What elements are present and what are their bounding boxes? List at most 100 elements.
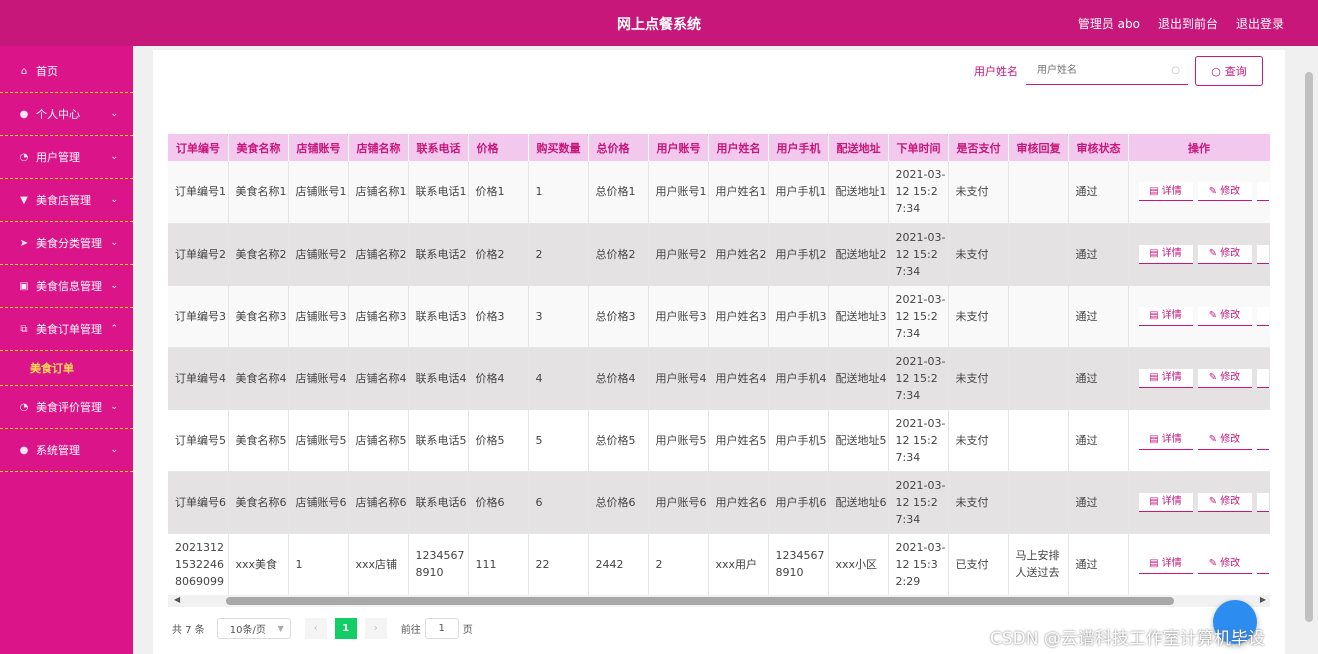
table-cell: 用户账号1 <box>648 161 709 224</box>
delete-button[interactable] <box>1256 430 1269 450</box>
delete-button[interactable] <box>1256 244 1269 264</box>
table-cell: 店铺名称3 <box>348 285 409 348</box>
document-icon: ▤ <box>1149 372 1159 383</box>
column-header: 审核状态 <box>1068 134 1129 161</box>
chevron-down-icon: ⌄ <box>110 281 118 291</box>
edit-button[interactable]: ✎ 修改 <box>1197 492 1252 512</box>
table-row: 订单编号2 美食名称2 店铺账号2 店铺名称2 联系电话2 价格2 2 总价格2 用户账号2 用户… <box>168 223 1270 286</box>
delete-button[interactable] <box>1256 554 1269 574</box>
table-cell: 配送地址3 <box>828 285 889 348</box>
table-cell: 2442 <box>588 533 649 595</box>
pagination: 共 7 条 10条/页 ▼ ‹ 1 › 前往 1 页 <box>172 618 473 639</box>
sidebar-item-0[interactable]: ⌂ 首页 <box>0 50 133 93</box>
detail-button-label: 详情 <box>1161 496 1182 507</box>
detail-button[interactable]: ▤ 详情 <box>1138 182 1193 202</box>
table-cell: 总价格5 <box>588 409 649 472</box>
document-icon: ▤ <box>1149 185 1159 197</box>
detail-button[interactable]: ▤ 详情 <box>1138 306 1193 326</box>
table-cell: 5 <box>528 409 589 472</box>
edit-button[interactable]: ✎ 修改 <box>1197 182 1252 202</box>
compass-icon: ◔ <box>19 151 29 163</box>
sidebar-subitem-orders[interactable]: 美食订单 <box>0 351 133 386</box>
page-size-select[interactable]: 10条/页 ▼ <box>216 618 291 639</box>
table-cell <box>1008 409 1069 472</box>
column-header: 总价格 <box>588 134 649 161</box>
sidebar-item-9[interactable]: ● 系统管理 ⌄ <box>0 429 133 472</box>
prev-page-button[interactable]: ‹ <box>304 618 327 639</box>
goto-page-input[interactable]: 1 <box>424 618 459 639</box>
edit-button[interactable]: ✎ 修改 <box>1197 368 1252 388</box>
delete-button[interactable] <box>1256 492 1269 512</box>
query-button[interactable]: ○ 查询 <box>1195 56 1263 86</box>
delete-button[interactable] <box>1256 368 1269 388</box>
table-cell: 用户手机4 <box>768 347 829 410</box>
column-header: 用户姓名 <box>708 134 769 161</box>
vertical-scrollbar[interactable] <box>1305 72 1313 622</box>
actions-cell: ▤ 详情 ✎ 修改 <box>1128 161 1270 224</box>
table-cell: 联系电话6 <box>408 471 469 534</box>
edit-button[interactable]: ✎ 修改 <box>1197 554 1252 574</box>
next-page-button[interactable]: › <box>364 618 387 639</box>
actions-cell: ▤ 详情 ✎ 修改 <box>1128 471 1270 534</box>
table-cell: 订单编号4 <box>168 347 229 410</box>
goto-suffix: 页 <box>462 625 473 636</box>
chevron-down-icon: ⌄ <box>110 152 118 162</box>
table-cell: 未支付 <box>948 347 1009 410</box>
watermark: CSDN @云谱科技工作室计算机毕设 <box>990 629 1265 649</box>
column-header: 店铺账号 <box>288 134 349 161</box>
table-cell: 1 <box>528 161 589 224</box>
table-cell: 店铺账号3 <box>288 285 349 348</box>
table-cell: 未支付 <box>948 223 1009 286</box>
delete-button[interactable] <box>1256 182 1269 202</box>
table-cell: 配送地址2 <box>828 223 889 286</box>
sidebar-item-1[interactable]: ● 个人中心 ⌄ <box>0 93 133 136</box>
table-cell: 配送地址1 <box>828 161 889 224</box>
table-cell <box>1008 161 1069 224</box>
detail-button[interactable]: ▤ 详情 <box>1138 368 1193 388</box>
table-row: 订单编号1 美食名称1 店铺账号1 店铺名称1 联系电话1 价格1 1 总价格1 用户账号1 用户… <box>168 161 1270 224</box>
edit-button[interactable]: ✎ 修改 <box>1197 306 1252 326</box>
page-number-current[interactable]: 1 <box>334 618 357 639</box>
table-cell: 2021-03-12 15:27:34 <box>888 161 949 224</box>
delete-button[interactable] <box>1256 306 1269 326</box>
scroll-left-icon[interactable]: ◀ <box>174 595 180 604</box>
table-cell: 用户姓名6 <box>708 471 769 534</box>
sidebar-item-label: 系统管理 <box>36 444 80 457</box>
sidebar-item-3[interactable]: ▼ 美食店管理 ⌄ <box>0 179 133 222</box>
sidebar-item-5[interactable]: ▣ 美食信息管理 ⌄ <box>0 265 133 308</box>
admin-name[interactable]: 管理员 abo <box>1078 15 1140 32</box>
sidebar-item-8[interactable]: ◔ 美食评价管理 ⌄ <box>0 386 133 429</box>
chevron-up-icon: ⌃ <box>110 324 118 334</box>
front-page-link[interactable]: 退出到前台 <box>1158 15 1218 32</box>
detail-button[interactable]: ▤ 详情 <box>1138 430 1193 450</box>
actions-cell: ▤ 详情 ✎ 修改 <box>1128 409 1270 472</box>
table-cell: 店铺名称2 <box>348 223 409 286</box>
edit-button[interactable]: ✎ 修改 <box>1197 244 1252 264</box>
detail-button-label: 详情 <box>1161 310 1182 321</box>
sidebar-item-4[interactable]: ➤ 美食分类管理 ⌄ <box>0 222 133 265</box>
horizontal-scrollbar[interactable]: ◀ ▶ <box>168 595 1270 607</box>
detail-button[interactable]: ▤ 详情 <box>1138 554 1193 574</box>
scroll-right-icon[interactable]: ▶ <box>1260 595 1266 604</box>
logout-link[interactable]: 退出登录 <box>1236 15 1284 32</box>
detail-button[interactable]: ▤ 详情 <box>1138 492 1193 512</box>
sidebar-item-6[interactable]: ⧉ 美食订单管理 ⌃ <box>0 308 133 351</box>
chevron-down-icon: ⌄ <box>110 195 118 205</box>
table-cell: 2021-03-12 15:27:34 <box>888 409 949 472</box>
edit-button-label: 修改 <box>1220 248 1241 259</box>
table-cell: 用户手机6 <box>768 471 829 534</box>
search-input[interactable] <box>1026 57 1188 84</box>
page-size-value: 10条/页 <box>229 625 266 636</box>
sidebar: ⌂ 首页 ● 个人中心 ⌄ ◔ 用户管理 ⌄ ▼ 美食店管理 ⌄ ➤ 美食分类管理 ⌄ ▣ 美食信息管理 ⌄ ⧉ 美… <box>0 46 133 654</box>
table-row: 202131215322468069099 xxx美食 1 xxx店铺 12345678… <box>168 533 1270 595</box>
scrollbar-thumb[interactable] <box>226 597 1174 605</box>
table-cell: 总价格4 <box>588 347 649 410</box>
column-header: 配送地址 <box>828 134 889 161</box>
table-row: 订单编号6 美食名称6 店铺账号6 店铺名称6 联系电话6 价格6 6 总价格6 用户账号6 用户… <box>168 471 1270 534</box>
edit-button[interactable]: ✎ 修改 <box>1197 430 1252 450</box>
sidebar-item-2[interactable]: ◔ 用户管理 ⌄ <box>0 136 133 179</box>
table-cell: 马上安排人送过去 <box>1008 533 1069 595</box>
detail-button[interactable]: ▤ 详情 <box>1138 244 1193 264</box>
table-cell: 2021-03-12 15:27:34 <box>888 223 949 286</box>
edit-icon: ✎ <box>1208 372 1218 383</box>
